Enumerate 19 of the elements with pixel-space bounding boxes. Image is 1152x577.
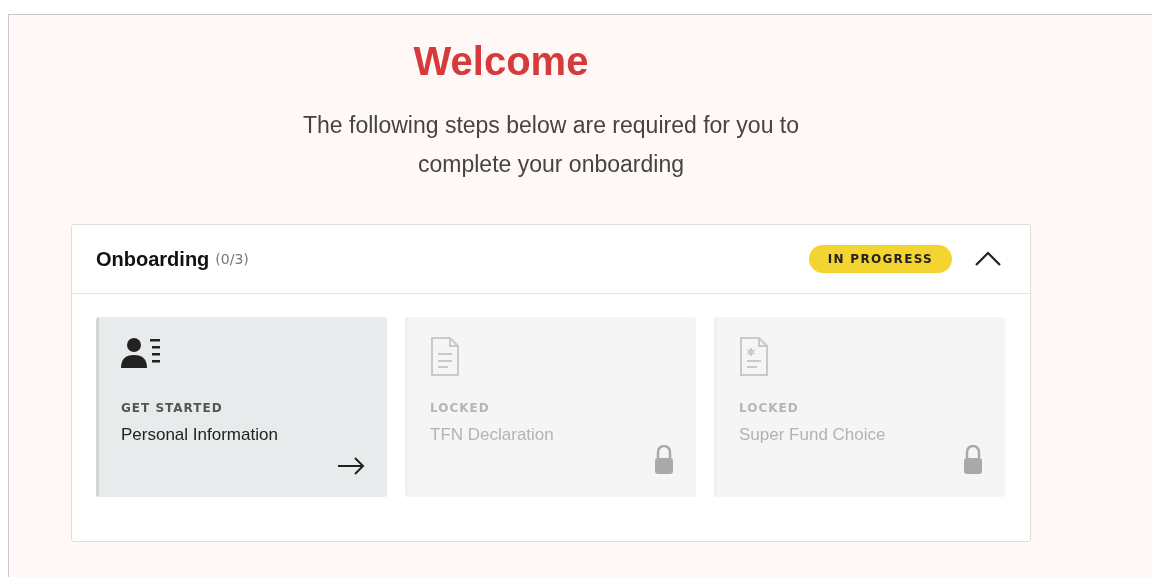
person-list-icon [121,337,161,369]
arrow-right-icon [337,457,365,475]
lock-icon [963,445,983,475]
step-label: Super Fund Choice [739,425,887,445]
step-status: LOCKED [739,401,800,415]
step-label: Personal Information [121,425,279,445]
step-label: TFN Declaration [430,425,555,445]
page-title: Welcome [413,39,589,84]
lock-icon [654,445,674,475]
chevron-up-icon[interactable] [975,251,1001,267]
starred-document-icon [739,337,769,377]
section-title: Onboarding [96,247,210,271]
status-badge: IN PROGRESS [808,245,952,273]
step-status: GET STARTED [121,401,224,415]
step-status: LOCKED [430,401,491,415]
step-tile[interactable]: GET STARTED Personal Information [96,317,387,497]
document-icon [430,337,460,377]
step-count: (0/3) [215,251,250,267]
intro-text: The following steps below are required for you to complete your onboarding [301,111,801,179]
